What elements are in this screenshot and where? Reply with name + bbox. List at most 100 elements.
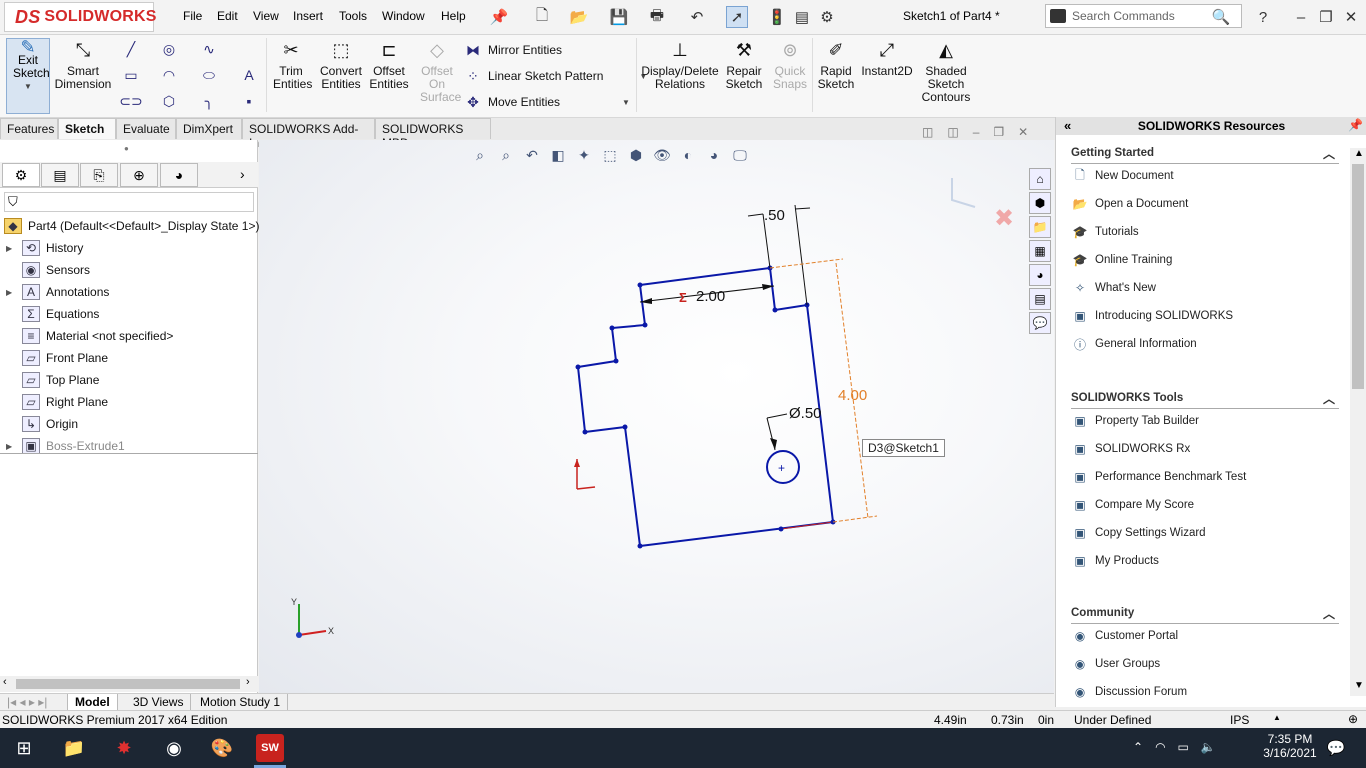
design-library-icon[interactable]: ⬢ <box>1029 192 1051 214</box>
scroll-down-icon[interactable]: ▼ <box>1354 680 1364 691</box>
point-icon[interactable]: ▪ <box>240 92 258 110</box>
sketch-canvas[interactable]: ✖ + Σ 2.00 .50 4.00 Ø.50 Y X <box>259 140 1054 693</box>
menu-window[interactable]: Window <box>382 9 425 23</box>
resource-link[interactable]: ▣ SOLIDWORKS Rx <box>1071 440 1190 458</box>
open-icon[interactable]: 📂 <box>568 6 590 28</box>
chevron-right-icon[interactable]: › <box>240 166 245 182</box>
pin-panel-icon[interactable]: 📌 <box>1348 118 1363 132</box>
wifi-icon[interactable]: ◠ <box>1155 740 1165 754</box>
resource-link[interactable]: ✧ What's New <box>1071 279 1156 297</box>
viewport-minimize-icon[interactable]: – <box>973 125 980 139</box>
dimension-width-text[interactable]: 2.00 <box>696 288 725 305</box>
solidworks-logo[interactable]: DS SOLIDWORKS <box>4 2 156 32</box>
chevron-up-icon[interactable]: ︿ <box>1323 605 1335 622</box>
tree-item[interactable]: ◉ Sensors <box>0 259 90 281</box>
cancel-corner-icon[interactable]: ✖ <box>994 205 1014 232</box>
tab-sketch[interactable]: Sketch <box>58 118 116 139</box>
menu-view[interactable]: View <box>253 9 279 23</box>
resource-link[interactable]: ◉ Customer Portal <box>1071 627 1178 645</box>
resource-link[interactable]: ▣ Copy Settings Wizard <box>1071 524 1205 542</box>
resource-link[interactable]: 🎓 Online Training <box>1071 251 1173 269</box>
restore-icon[interactable]: ❐ <box>1315 6 1337 28</box>
units-selector[interactable]: IPS <box>1230 713 1249 727</box>
resource-link[interactable]: ▣ Property Tab Builder <box>1071 412 1199 430</box>
menu-edit[interactable]: Edit <box>217 9 238 23</box>
scroll-up-icon[interactable]: ▲ <box>1354 148 1364 159</box>
resource-link[interactable]: 🗋 New Document <box>1071 167 1173 185</box>
volume-icon[interactable]: 🔈 <box>1201 740 1216 754</box>
arc-icon[interactable]: ◠ <box>160 66 178 84</box>
display-manager-tab-icon[interactable]: ◕ <box>160 163 198 187</box>
menu-help[interactable]: Help <box>441 9 466 23</box>
propertymanager-tab-icon[interactable]: ▤ <box>41 163 79 187</box>
ellipse-icon[interactable]: ⬭ <box>200 66 218 84</box>
resource-link[interactable]: 🎓 Tutorials <box>1071 223 1139 241</box>
rapid-sketch-button[interactable]: ✐ Rapid Sketch <box>814 38 858 91</box>
expand-arrow-icon[interactable]: ▶ <box>6 442 16 451</box>
tab-addins[interactable]: SOLIDWORKS Add-Ins <box>242 118 375 150</box>
spline-icon[interactable]: ∿ <box>200 40 218 58</box>
tile-left-icon[interactable]: ◫ <box>922 125 933 139</box>
resources-section-header[interactable]: Community ︿ <box>1071 607 1339 624</box>
tab-mbd[interactable]: SOLIDWORKS MBD <box>375 118 491 150</box>
tree-item[interactable]: ▱ Top Plane <box>0 369 99 391</box>
tab-features[interactable]: Features <box>0 118 58 139</box>
featuremanager-tab-icon[interactable]: ⚙ <box>2 163 40 187</box>
offset-on-surface-button[interactable]: ◇ Offset On Surface <box>414 38 461 104</box>
trim-entities-button[interactable]: ✂ Trim Entities <box>268 38 314 91</box>
tree-item[interactable]: ▱ Front Plane <box>0 347 108 369</box>
tab-model[interactable]: Model <box>68 694 118 711</box>
repair-sketch-button[interactable]: ⚒ Repair Sketch <box>722 38 766 91</box>
quick-snaps-button[interactable]: ⊚ Quick Snaps <box>770 38 810 91</box>
pin-icon[interactable]: 📌 <box>488 6 510 28</box>
scroll-thumb[interactable] <box>1352 164 1364 389</box>
file-properties-icon[interactable]: ▤ <box>791 6 813 28</box>
collapse-panel-icon[interactable]: « <box>1064 118 1071 133</box>
rebuild-icon[interactable]: 🚦 <box>766 6 788 28</box>
app-taskbar-icon[interactable]: ✸ <box>110 734 138 762</box>
tree-item[interactable]: ≡ Material <not specified> <box>0 325 173 347</box>
splitter-handle[interactable]: ● <box>124 144 129 153</box>
resource-link[interactable]: ▣ Compare My Score <box>1071 496 1194 514</box>
file-explorer-icon[interactable]: 📁 <box>1029 216 1051 238</box>
new-document-icon[interactable]: 🗋 <box>531 6 553 28</box>
horizontal-scrollbar[interactable]: ‹ › <box>0 676 258 692</box>
text-icon[interactable]: A <box>240 66 258 84</box>
instant2d-button[interactable]: ⤢ Instant2D <box>860 38 914 78</box>
resource-link[interactable]: 📂 Open a Document <box>1071 195 1189 213</box>
tree-item[interactable]: Σ Equations <box>0 303 99 325</box>
resource-link[interactable]: ◉ Discussion Forum <box>1071 683 1187 701</box>
resource-link[interactable]: ▣ Performance Benchmark Test <box>1071 468 1246 486</box>
help-status-icon[interactable]: ⊕ <box>1348 712 1358 726</box>
save-icon[interactable]: 💾 <box>608 6 630 28</box>
smart-dimension-button[interactable]: ⤡ Smart Dimension <box>54 38 112 91</box>
print-icon[interactable]: 🖶 <box>646 6 668 28</box>
custom-properties-icon[interactable]: ▤ <box>1029 288 1051 310</box>
scroll-thumb[interactable] <box>16 679 240 689</box>
notifications-icon[interactable]: 💬 <box>1322 734 1350 762</box>
expand-arrow-icon[interactable]: ▶ <box>6 288 16 297</box>
minimize-icon[interactable]: – <box>1290 6 1312 28</box>
resource-link[interactable]: ▣ Introducing SOLIDWORKS <box>1071 307 1233 325</box>
paint-icon[interactable]: 🎨 <box>208 734 236 762</box>
tree-item[interactable]: ▶ ⟲ History <box>0 237 83 259</box>
display-delete-relations-button[interactable]: ⊥ Display/Delete Relations <box>640 38 720 91</box>
file-explorer-taskbar-icon[interactable]: 📁 <box>60 734 88 762</box>
line-icon[interactable]: ╱ <box>122 40 140 58</box>
windows-start-icon[interactable]: ⊞ <box>10 734 38 762</box>
resources-section-header[interactable]: SOLIDWORKS Tools ︿ <box>1071 392 1339 409</box>
filter-field[interactable]: ⛉ <box>4 192 254 212</box>
dimension-diameter-text[interactable]: Ø.50 <box>789 405 822 422</box>
fillet-icon[interactable]: ╮ <box>200 92 218 110</box>
viewport-close-icon[interactable]: ✕ <box>1018 125 1028 139</box>
circle-icon[interactable]: ◎ <box>160 40 178 58</box>
exit-sketch-button[interactable]: ✎ Exit Sketch ▼ <box>6 38 50 114</box>
options-gear-icon[interactable]: ⚙ <box>816 6 838 28</box>
solidworks-taskbar-icon[interactable]: SW <box>256 734 284 762</box>
tab-navigation-arrows[interactable]: |◂ ◂ ▸ ▸| <box>0 694 68 711</box>
chevron-up-icon[interactable]: ︿ <box>1323 145 1335 162</box>
scroll-left-icon[interactable]: ‹ <box>3 676 7 688</box>
dimension-small-text[interactable]: .50 <box>764 207 785 224</box>
dimension-height-text[interactable]: 4.00 <box>838 387 867 404</box>
viewport-restore-icon[interactable]: ❐ <box>993 125 1004 139</box>
